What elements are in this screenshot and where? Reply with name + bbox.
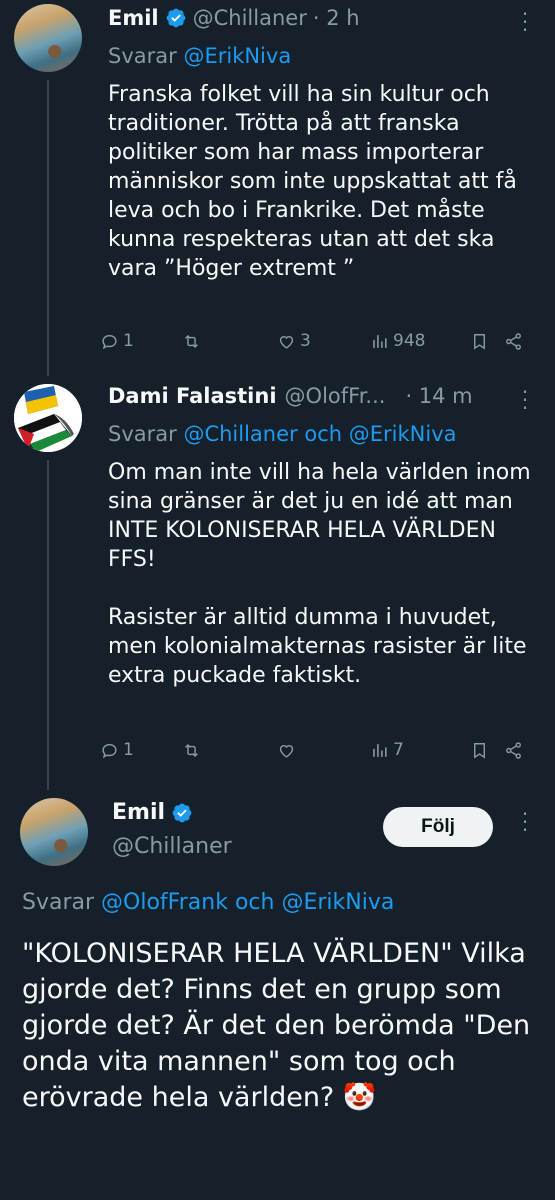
avatar[interactable]	[14, 384, 82, 452]
mention-joiner: och	[304, 422, 343, 446]
views-bars-icon	[373, 743, 387, 757]
heart-icon	[279, 744, 294, 758]
reply-button[interactable]: 1	[100, 331, 182, 351]
heart-icon	[279, 335, 294, 349]
bookmark-button[interactable]	[470, 741, 504, 760]
reply-bubble-icon	[102, 334, 117, 349]
mention-link[interactable]: @ErikNiva	[349, 422, 457, 446]
bookmark-button[interactable]	[470, 332, 504, 351]
views-count: 948	[393, 331, 426, 351]
bookmark-icon	[474, 742, 485, 759]
author-name[interactable]: Emil	[112, 800, 165, 825]
tweet-header: Dami Falastini @OlofFr... · 14 m	[108, 384, 473, 408]
author-name[interactable]: Emil	[108, 6, 159, 30]
mention-link[interactable]: @OlofFrank	[101, 890, 228, 915]
verified-badge-icon	[172, 803, 192, 822]
tweet-dami-reply[interactable]: Dami Falastini @OlofFr... · 14 m · · · Sva…	[0, 380, 555, 790]
retweet-button[interactable]	[182, 741, 277, 760]
author-name[interactable]: Dami Falastini	[108, 384, 277, 408]
tweet-header: Emil @Chillaner · 2 h	[108, 6, 360, 30]
replying-to: Svarar @OlofFrank och @ErikNiva	[22, 890, 394, 915]
author-name-line: Emil	[112, 800, 199, 825]
reply-count: 1	[123, 740, 134, 760]
author-handle[interactable]: @Chillaner	[193, 6, 307, 30]
replying-to: Svarar @ErikNiva	[108, 44, 291, 68]
avatar[interactable]	[20, 798, 88, 866]
views-count: 7	[393, 740, 404, 760]
mention-link[interactable]: @Chillaner	[183, 422, 297, 446]
share-button[interactable]	[504, 741, 523, 760]
like-count: 3	[300, 331, 311, 351]
main-tweet[interactable]: Emil @Chillaner Följ · · · Svarar @OlofFra…	[0, 790, 555, 1200]
tweet-text: "KOLONISERAR HELA VÄRLDEN" Vilka gjorde …	[22, 938, 539, 1113]
reply-count: 1	[123, 331, 134, 351]
replying-prefix: Svarar	[108, 422, 177, 446]
share-icon	[506, 332, 521, 350]
views-bars-icon	[373, 334, 387, 348]
retweet-icon	[185, 743, 198, 757]
mention-link[interactable]: @ErikNiva	[183, 44, 291, 68]
verified-badge-icon	[166, 8, 186, 28]
reply-bubble-icon	[102, 743, 117, 758]
views-button[interactable]: 7	[370, 740, 470, 760]
replying-prefix: Svarar	[108, 44, 177, 68]
mention-link[interactable]: @ErikNiva	[281, 890, 394, 915]
more-dots-icon[interactable]: · · ·	[521, 382, 529, 418]
tweet-emil-reply[interactable]: Emil @Chillaner · 2 h · · · Svarar @ErikNi…	[0, 0, 555, 370]
more-dots-icon[interactable]: · · ·	[521, 804, 529, 840]
author-handle[interactable]: @OlofFr...	[285, 384, 386, 408]
replying-to: Svarar @Chillaner och @ErikNiva	[108, 422, 457, 446]
more-dots-icon[interactable]: · · ·	[521, 4, 529, 40]
share-icon	[506, 741, 521, 759]
avatar[interactable]	[14, 4, 82, 72]
mention-joiner: och	[234, 890, 275, 915]
tweet-time[interactable]: · 14 m	[405, 384, 472, 408]
share-button[interactable]	[504, 332, 523, 351]
retweet-button[interactable]	[182, 332, 277, 351]
like-button[interactable]: 3	[277, 331, 370, 351]
like-button[interactable]	[277, 741, 370, 760]
tweet-text: Om man inte vill ha hela världen inom si…	[108, 460, 531, 688]
follow-button[interactable]: Följ	[383, 807, 493, 847]
action-bar: 1 3 948	[100, 326, 540, 356]
flag-avatar-image	[14, 384, 82, 452]
retweet-icon	[185, 334, 198, 348]
replying-prefix: Svarar	[22, 890, 95, 915]
tweet-time[interactable]: · 2 h	[313, 6, 360, 30]
tweet-text: Franska folket vill ha sin kultur och tr…	[108, 82, 524, 281]
bookmark-icon	[474, 333, 485, 350]
author-handle[interactable]: @Chillaner	[112, 834, 232, 859]
views-button[interactable]: 948	[370, 331, 470, 351]
reply-button[interactable]: 1	[100, 740, 182, 760]
action-bar: 1 7	[100, 735, 540, 765]
